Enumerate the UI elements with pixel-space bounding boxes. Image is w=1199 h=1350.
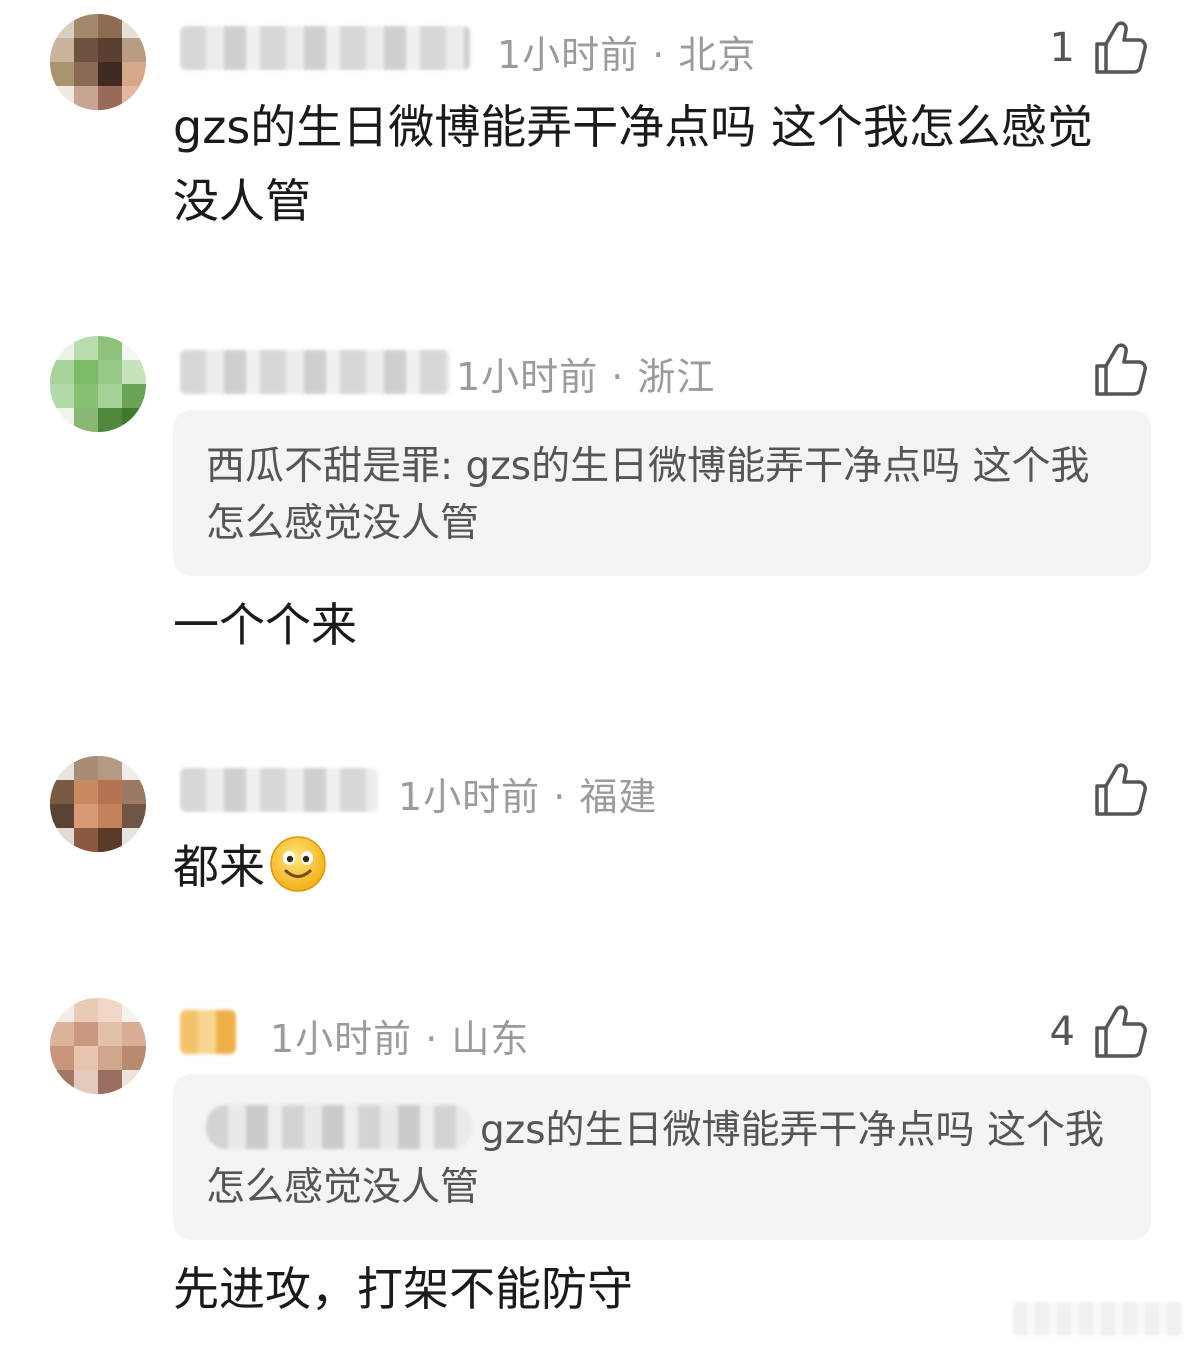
comment-meta: 1小时前 · 山东: [270, 1017, 530, 1061]
like-button[interactable]: [1075, 762, 1147, 818]
comment-meta: 1小时前 · 北京: [497, 33, 757, 77]
thumbs-up-icon: [1093, 762, 1147, 818]
quoted-reply[interactable]: 西瓜不甜是罪: gzs的生日微博能弄干净点吗 这个我怎么感觉没人管: [173, 410, 1151, 576]
thumbs-up-icon: [1093, 1004, 1147, 1060]
comment-text: 先进攻，打架不能防守: [173, 1262, 633, 1316]
username[interactable]: [180, 1010, 236, 1054]
username[interactable]: [180, 768, 378, 812]
avatar[interactable]: [50, 998, 146, 1094]
quoted-author: [206, 1105, 472, 1149]
like-count: 1: [1049, 25, 1075, 71]
comment-text: 一个个来: [173, 598, 357, 652]
quoted-reply[interactable]: gzs的生日微博能弄干净点吗 这个我怎么感觉没人管: [173, 1074, 1151, 1240]
like-button[interactable]: 1: [1050, 20, 1147, 76]
comment-text-content: 都来: [173, 840, 265, 894]
smiley-face-icon: [270, 836, 326, 892]
quoted-author: 西瓜不甜是罪:: [206, 444, 454, 489]
comment-text: gzs的生日微博能弄干净点吗 这个我怎么感觉没人管: [173, 100, 1093, 228]
like-button[interactable]: [1075, 342, 1147, 398]
comment-meta: 1小时前 · 福建: [398, 775, 658, 819]
like-button[interactable]: 4: [1050, 1004, 1147, 1060]
thumbs-up-icon: [1093, 342, 1147, 398]
like-count: 4: [1049, 1009, 1075, 1055]
thumbs-up-icon: [1093, 20, 1147, 76]
avatar[interactable]: [50, 14, 146, 110]
avatar[interactable]: [50, 756, 146, 852]
username[interactable]: [180, 350, 450, 394]
comment-meta: 1小时前 · 浙江: [456, 355, 716, 399]
comment-text: 都来: [173, 830, 1133, 904]
watermark: [1013, 1302, 1183, 1336]
avatar[interactable]: [50, 336, 146, 432]
username[interactable]: [180, 26, 470, 70]
quoted-text: gzs的生日微博能弄干净点吗 这个我怎么感觉没人管: [206, 1102, 1126, 1216]
quoted-text: 西瓜不甜是罪: gzs的生日微博能弄干净点吗 这个我怎么感觉没人管: [206, 438, 1126, 552]
